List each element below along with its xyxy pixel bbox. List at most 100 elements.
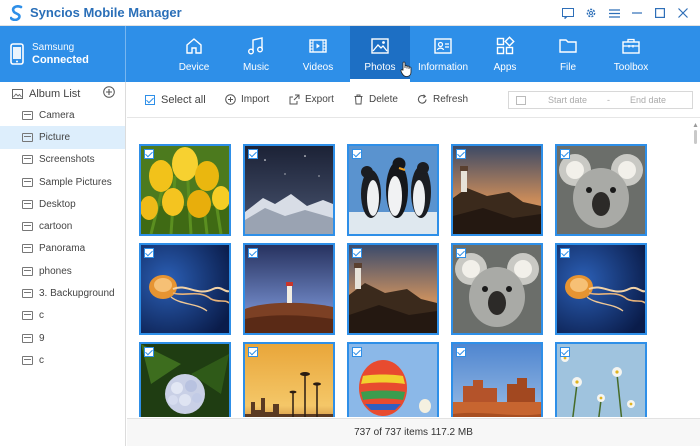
minimize-icon[interactable] bbox=[628, 4, 646, 22]
photo-thumbnail[interactable] bbox=[555, 342, 647, 417]
select-all-checkbox[interactable]: Select all bbox=[145, 94, 206, 106]
album-item-desktop[interactable]: Desktop bbox=[0, 193, 125, 215]
tulips-image bbox=[141, 146, 229, 234]
maximize-icon[interactable] bbox=[651, 4, 669, 22]
photo-checkbox[interactable] bbox=[456, 248, 466, 258]
photo-checkbox[interactable] bbox=[144, 248, 154, 258]
city-sunset-image bbox=[245, 344, 333, 417]
photo-checkbox[interactable] bbox=[352, 347, 362, 357]
start-date-input[interactable]: Start date bbox=[548, 95, 587, 105]
album-item-cartoon[interactable]: cartoon bbox=[0, 215, 125, 237]
scrollbar-thumb[interactable] bbox=[694, 130, 697, 144]
menu-icon[interactable] bbox=[605, 4, 623, 22]
add-album-icon[interactable] bbox=[103, 86, 115, 98]
photo-thumbnail[interactable] bbox=[451, 243, 543, 335]
photo-grid bbox=[127, 119, 692, 417]
photo-thumbnail[interactable] bbox=[451, 342, 543, 417]
album-label: 3. Backupground bbox=[39, 288, 115, 300]
refresh-label: Refresh bbox=[433, 94, 469, 105]
album-item-phones[interactable]: phones bbox=[0, 260, 125, 282]
album-item-sample-pictures[interactable]: Sample Pictures bbox=[0, 171, 125, 193]
photo-thumbnail[interactable] bbox=[243, 243, 335, 335]
album-icon bbox=[22, 355, 33, 365]
photo-checkbox[interactable] bbox=[144, 149, 154, 159]
photo-thumbnail[interactable] bbox=[243, 342, 335, 417]
photo-checkbox[interactable] bbox=[248, 248, 258, 258]
photo-thumbnail[interactable] bbox=[243, 144, 335, 236]
album-icon bbox=[22, 333, 33, 343]
tab-device[interactable]: Device bbox=[164, 26, 224, 82]
photo-checkbox[interactable] bbox=[144, 347, 154, 357]
album-item-panorama[interactable]: Panorama bbox=[0, 238, 125, 260]
trash-icon bbox=[354, 94, 363, 105]
device-panel[interactable]: Samsung Connected bbox=[0, 26, 126, 82]
photo-thumbnail[interactable] bbox=[347, 144, 439, 236]
album-item-c-2[interactable]: c bbox=[0, 349, 125, 371]
photo-checkbox[interactable] bbox=[560, 248, 570, 258]
tab-videos[interactable]: Videos bbox=[288, 26, 348, 82]
album-icon bbox=[22, 132, 33, 142]
photo-checkbox[interactable] bbox=[560, 347, 570, 357]
album-label: 9 bbox=[39, 332, 45, 344]
tab-file[interactable]: File bbox=[538, 26, 598, 82]
album-label: Panorama bbox=[39, 243, 86, 255]
album-item-backupground[interactable]: 3. Backupground bbox=[0, 282, 125, 304]
music-icon bbox=[248, 37, 263, 55]
feedback-icon[interactable] bbox=[559, 4, 577, 22]
photo-checkbox[interactable] bbox=[352, 248, 362, 258]
tab-music[interactable]: Music bbox=[226, 26, 286, 82]
tab-toolbox[interactable]: Toolbox bbox=[601, 26, 661, 82]
scroll-up-arrow-icon[interactable] bbox=[693, 122, 698, 128]
apps-icon bbox=[496, 36, 515, 55]
photo-thumbnail[interactable] bbox=[451, 144, 543, 236]
album-item-camera[interactable]: Camera bbox=[0, 104, 125, 126]
photo-thumbnail[interactable] bbox=[347, 342, 439, 417]
photo-checkbox[interactable] bbox=[352, 149, 362, 159]
album-icon bbox=[22, 155, 33, 165]
photo-thumbnail[interactable] bbox=[139, 342, 231, 417]
album-label: Desktop bbox=[39, 198, 76, 210]
date-range-filter[interactable]: Start date - End date bbox=[508, 91, 693, 109]
tab-information[interactable]: Information bbox=[413, 26, 473, 82]
status-bar: 737 of 737 items 117.2 MB bbox=[127, 418, 700, 446]
album-icon bbox=[22, 289, 33, 299]
album-item-screenshots[interactable]: Screenshots bbox=[0, 149, 125, 171]
tab-apps[interactable]: Apps bbox=[475, 26, 535, 82]
night-mountain-image bbox=[245, 146, 333, 234]
photo-thumbnail[interactable] bbox=[347, 243, 439, 335]
import-icon bbox=[225, 94, 236, 105]
photo-checkbox[interactable] bbox=[456, 347, 466, 357]
penguins-image bbox=[349, 146, 437, 234]
tab-label: Device bbox=[178, 62, 210, 73]
album-label: c bbox=[39, 354, 44, 366]
hot-air-balloon-image bbox=[349, 344, 437, 417]
close-icon[interactable] bbox=[674, 4, 692, 22]
photo-checkbox[interactable] bbox=[248, 149, 258, 159]
photo-checkbox[interactable] bbox=[248, 347, 258, 357]
photo-thumbnail[interactable] bbox=[555, 144, 647, 236]
end-date-input[interactable]: End date bbox=[630, 95, 666, 105]
tab-label: File bbox=[559, 62, 577, 73]
album-item-c[interactable]: c bbox=[0, 305, 125, 327]
jellyfish-image bbox=[557, 245, 645, 333]
home-icon bbox=[186, 38, 202, 54]
import-button[interactable]: Import bbox=[225, 94, 269, 105]
photo-thumbnail[interactable] bbox=[139, 243, 231, 335]
calendar-icon bbox=[516, 95, 526, 105]
settings-gear-icon[interactable] bbox=[582, 4, 600, 22]
video-icon bbox=[309, 39, 327, 53]
album-item-9[interactable]: 9 bbox=[0, 327, 125, 349]
photo-checkbox[interactable] bbox=[456, 149, 466, 159]
album-label: phones bbox=[39, 265, 72, 277]
export-button[interactable]: Export bbox=[289, 94, 334, 105]
photo-thumbnail[interactable] bbox=[555, 243, 647, 335]
refresh-button[interactable]: Refresh bbox=[417, 94, 468, 105]
album-item-picture[interactable]: Picture bbox=[0, 126, 125, 149]
photo-thumbnail[interactable] bbox=[139, 144, 231, 236]
tab-label: Information bbox=[417, 62, 469, 73]
jellyfish-image bbox=[141, 245, 229, 333]
delete-button[interactable]: Delete bbox=[353, 94, 398, 105]
app-title: Syncios Mobile Manager bbox=[30, 5, 182, 20]
photo-checkbox[interactable] bbox=[560, 149, 570, 159]
album-icon bbox=[22, 110, 33, 120]
